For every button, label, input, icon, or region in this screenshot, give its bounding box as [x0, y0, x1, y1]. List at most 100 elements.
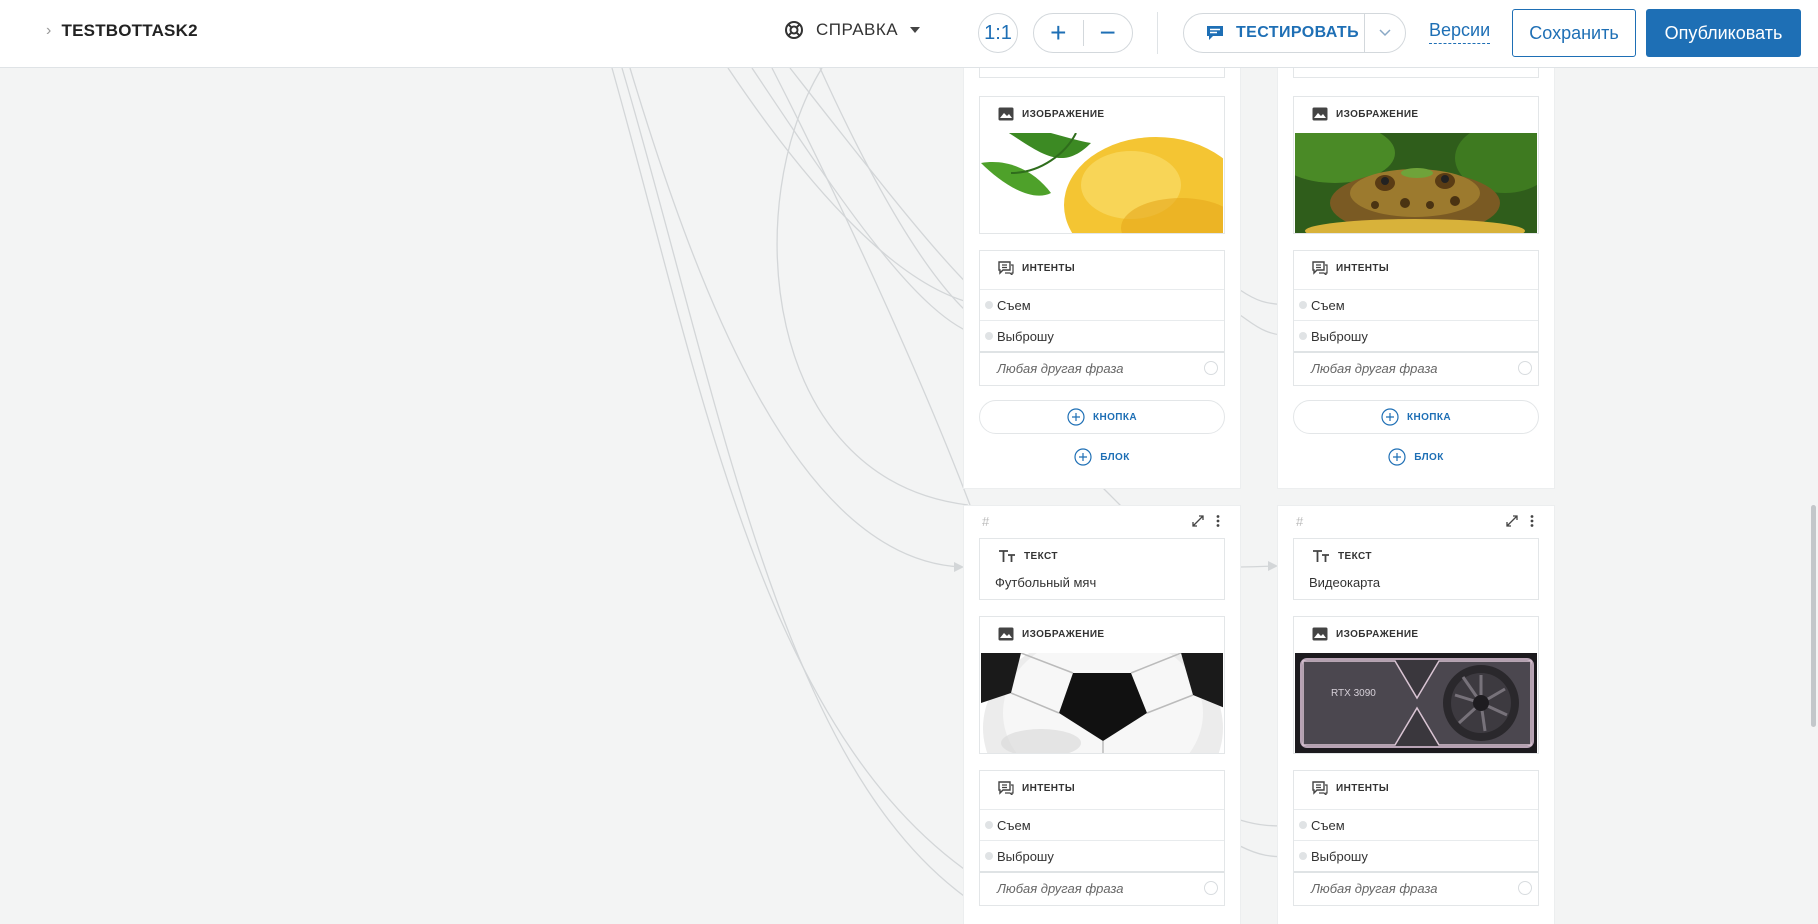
test-button-group: ТЕСТИРОВАТЬ: [1183, 13, 1406, 53]
connector-dot[interactable]: [1299, 852, 1307, 860]
flow-block-graphics-card[interactable]: # ТЕКСТ Видеокарта ИЗОБРАЖЕНИЕ RTX 3090 …: [1278, 506, 1554, 924]
intents-card-header: ИНТЕНТЫ: [1294, 771, 1538, 805]
soccer-ball-image: [981, 653, 1223, 753]
more-vertical-icon[interactable]: [1530, 515, 1534, 527]
add-button-button[interactable]: КНОПКА: [979, 400, 1225, 434]
save-button[interactable]: Сохранить: [1512, 9, 1636, 57]
text-format-icon: [1313, 550, 1329, 562]
intent-row[interactable]: Выброшу: [980, 320, 1224, 351]
image-icon: [1312, 627, 1328, 641]
other-phrase-row[interactable]: Любая другая фраза: [1294, 351, 1538, 383]
other-phrase-row[interactable]: Любая другая фраза: [980, 871, 1224, 903]
connector-dot[interactable]: [985, 852, 993, 860]
intent-row[interactable]: Выброшу: [980, 840, 1224, 871]
flow-block-lemon[interactable]: ИЗОБРАЖЕНИЕ ИНТЕНТЫ Съем Выброшу Любая д…: [964, 66, 1240, 488]
intent-row[interactable]: Выброшу: [1294, 320, 1538, 351]
image-card-header: ИЗОБРАЖЕНИЕ: [1294, 617, 1538, 651]
scrollbar-thumb[interactable]: [1811, 505, 1816, 727]
text-card-header: ТЕКСТ: [980, 539, 1224, 573]
intent-row[interactable]: Выброшу: [1294, 840, 1538, 871]
connector-dot[interactable]: [985, 301, 993, 309]
intents-card[interactable]: ИНТЕНТЫ Съем Выброшу Любая другая фраза: [979, 770, 1225, 906]
flow-block-frog[interactable]: ИЗОБРАЖЕНИЕ ИНТЕНТЫ Съем Выброшу Любая д…: [1278, 66, 1554, 488]
intent-row[interactable]: Съем: [1294, 809, 1538, 840]
versions-link[interactable]: Версии: [1429, 20, 1491, 44]
text-content[interactable]: Видеокарта: [1294, 575, 1538, 590]
intents-card[interactable]: ИНТЕНТЫ Съем Выброшу Любая другая фраза: [1293, 250, 1539, 386]
intents-card[interactable]: ИНТЕНТЫ Съем Выброшу Любая другая фраза: [979, 250, 1225, 386]
frog-image: [1295, 133, 1537, 233]
other-phrase-row[interactable]: Любая другая фраза: [980, 351, 1224, 383]
text-card[interactable]: ТЕКСТ Видеокарта: [1293, 538, 1539, 600]
intent-row[interactable]: Съем: [1294, 289, 1538, 320]
block-hash: #: [982, 514, 990, 529]
chat-bubbles-icon: [1312, 261, 1328, 275]
chat-bubbles-icon: [1312, 781, 1328, 795]
image-card-header: ИЗОБРАЖЕНИЕ: [980, 617, 1224, 651]
test-button[interactable]: ТЕСТИРОВАТЬ: [1184, 14, 1364, 52]
intent-row[interactable]: Съем: [980, 809, 1224, 840]
expand-icon[interactable]: [1506, 515, 1518, 527]
connector-dot[interactable]: [985, 821, 993, 829]
graphics-card-image: RTX 3090: [1295, 653, 1537, 753]
image-card[interactable]: ИЗОБРАЖЕНИЕ: [979, 96, 1225, 234]
chevron-right-icon: ›: [46, 22, 52, 39]
chevron-down-icon: [1379, 29, 1391, 37]
connector-ring[interactable]: [1204, 361, 1218, 375]
lifebuoy-icon: [785, 21, 803, 39]
block-hash: #: [1296, 514, 1304, 529]
text-content[interactable]: Футбольный мяч: [980, 575, 1224, 590]
connector-ring[interactable]: [1204, 881, 1218, 895]
add-button-button[interactable]: КНОПКА: [1293, 400, 1539, 434]
text-format-icon: [999, 550, 1015, 562]
zoom-reset-button[interactable]: 1:1: [978, 13, 1018, 53]
chat-bubbles-icon: [998, 781, 1014, 795]
block-actions: [1192, 515, 1220, 527]
expand-icon[interactable]: [1192, 515, 1204, 527]
image-icon: [1312, 107, 1328, 121]
gpu-model-text: RTX 3090: [1331, 688, 1376, 699]
plus-circle-icon: [1388, 448, 1406, 466]
image-card[interactable]: ИЗОБРАЖЕНИЕ: [1293, 96, 1539, 234]
image-card-header: ИЗОБРАЖЕНИЕ: [980, 97, 1224, 131]
flow-block-soccer-ball[interactable]: # ТЕКСТ Футбольный мяч ИЗОБРАЖЕНИЕ ИНТЕН…: [964, 506, 1240, 924]
add-block-button[interactable]: БЛОК: [964, 447, 1240, 467]
image-icon: [998, 107, 1014, 121]
block-actions: [1506, 515, 1534, 527]
caret-down-icon: [910, 27, 921, 33]
zoom-controls: + −: [1033, 13, 1133, 53]
help-menu[interactable]: СПРАВКА: [784, 20, 921, 40]
plus-circle-icon: [1381, 408, 1399, 426]
intents-card-header: ИНТЕНТЫ: [1294, 251, 1538, 285]
plus-circle-icon: [1067, 408, 1085, 426]
add-block-button[interactable]: БЛОК: [1278, 447, 1554, 467]
zoom-out-button[interactable]: −: [1083, 14, 1132, 52]
top-bar: › TESTBOTTASK2 СПРАВКА 1:1 + − ТЕСТИРОВА…: [0, 0, 1818, 68]
image-card-header: ИЗОБРАЖЕНИЕ: [1294, 97, 1538, 131]
vertical-scrollbar[interactable]: [1808, 68, 1818, 924]
connector-dot[interactable]: [985, 332, 993, 340]
intent-row[interactable]: Съем: [980, 289, 1224, 320]
more-vertical-icon[interactable]: [1216, 515, 1220, 527]
lemon-image: [981, 133, 1223, 233]
text-card[interactable]: ТЕКСТ Футбольный мяч: [979, 538, 1225, 600]
intents-card[interactable]: ИНТЕНТЫ Съем Выброшу Любая другая фраза: [1293, 770, 1539, 906]
connector-dot[interactable]: [1299, 821, 1307, 829]
intents-card-header: ИНТЕНТЫ: [980, 771, 1224, 805]
zoom-in-button[interactable]: +: [1034, 14, 1083, 52]
connector-dot[interactable]: [1299, 301, 1307, 309]
chat-icon: [1207, 26, 1223, 40]
image-card[interactable]: ИЗОБРАЖЕНИЕ: [979, 616, 1225, 754]
connector-ring[interactable]: [1518, 881, 1532, 895]
other-phrase-row[interactable]: Любая другая фраза: [1294, 871, 1538, 903]
publish-button[interactable]: Опубликовать: [1646, 9, 1801, 57]
image-icon: [998, 627, 1014, 641]
chat-bubbles-icon: [998, 261, 1014, 275]
bot-name[interactable]: › TESTBOTTASK2: [46, 21, 198, 41]
intents-card-header: ИНТЕНТЫ: [980, 251, 1224, 285]
connector-dot[interactable]: [1299, 332, 1307, 340]
test-dropdown-button[interactable]: [1365, 29, 1405, 37]
connector-ring[interactable]: [1518, 361, 1532, 375]
text-card-header: ТЕКСТ: [1294, 539, 1538, 573]
image-card[interactable]: ИЗОБРАЖЕНИЕ RTX 3090: [1293, 616, 1539, 754]
